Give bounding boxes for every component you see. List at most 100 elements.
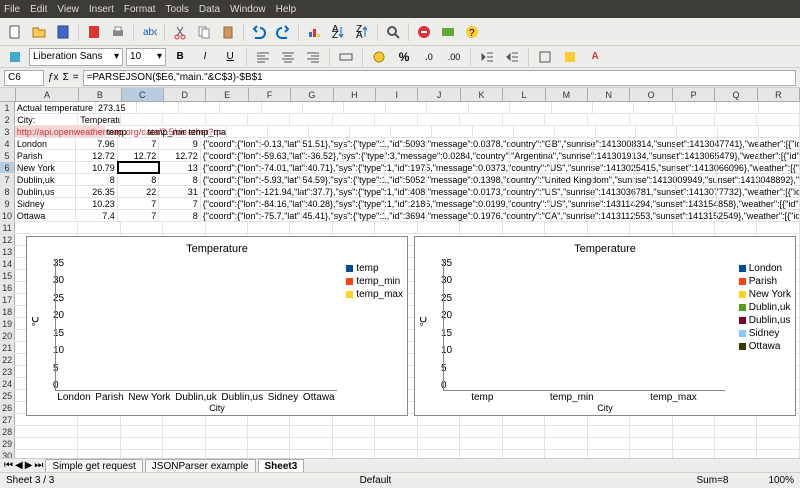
decimal-add-icon[interactable]: .0 <box>418 46 440 68</box>
align-left-icon[interactable] <box>252 46 274 68</box>
row-header[interactable]: 1 <box>0 102 15 113</box>
cell-L9[interactable] <box>510 198 551 209</box>
cell-C5[interactable]: 12.72 <box>118 150 159 161</box>
cell-B11[interactable] <box>78 222 120 233</box>
sort-desc-icon[interactable]: ZA <box>351 21 373 43</box>
cell-D11[interactable] <box>163 222 205 233</box>
cell-C29[interactable] <box>121 438 163 449</box>
cell-K7[interactable] <box>468 174 509 185</box>
cell-H5[interactable] <box>344 150 385 161</box>
cell-P29[interactable] <box>673 438 715 449</box>
cell-M11[interactable] <box>545 222 587 233</box>
cell-D4[interactable]: 9 <box>159 138 200 149</box>
cell-R8[interactable] <box>759 186 800 197</box>
row-header[interactable]: 19 <box>0 318 15 329</box>
cell-J28[interactable] <box>418 426 460 437</box>
cell-N1[interactable] <box>593 102 634 113</box>
cell-R29[interactable] <box>757 438 799 449</box>
cell-I28[interactable] <box>375 426 417 437</box>
cell-E3[interactable] <box>227 126 268 137</box>
styles-icon[interactable] <box>4 46 26 68</box>
cell-R28[interactable] <box>757 426 799 437</box>
cell-A4[interactable]: London <box>15 138 76 149</box>
cell-M8[interactable] <box>551 186 592 197</box>
align-center-icon[interactable] <box>277 46 299 68</box>
col-header-J[interactable]: J <box>418 88 460 101</box>
cell-N8[interactable] <box>593 186 634 197</box>
decimal-remove-icon[interactable]: .00 <box>443 46 465 68</box>
cell-B10[interactable]: 7.4 <box>76 210 117 221</box>
cell-A2[interactable]: City: <box>15 114 78 125</box>
cell-F28[interactable] <box>248 426 290 437</box>
cell-M2[interactable] <box>545 114 587 125</box>
cell-Q8[interactable] <box>717 186 758 197</box>
cell-M29[interactable] <box>545 438 587 449</box>
cell-D6[interactable]: 13 <box>159 162 200 173</box>
cell-J4[interactable] <box>427 138 468 149</box>
cell-I2[interactable] <box>375 114 417 125</box>
cell-N4[interactable] <box>593 138 634 149</box>
paste-icon[interactable] <box>217 21 239 43</box>
cell-G5[interactable] <box>302 150 343 161</box>
col-header-N[interactable]: N <box>588 88 630 101</box>
cell-E7[interactable]: {"coord":{"lon":-5.93,"lat":54.59},"sys"… <box>201 174 261 185</box>
row-header[interactable]: 4 <box>0 138 15 149</box>
cell-O6[interactable] <box>634 162 675 173</box>
cell-K11[interactable] <box>460 222 502 233</box>
menu-view[interactable]: View <box>57 4 79 15</box>
cell-L8[interactable] <box>510 186 551 197</box>
cell-F29[interactable] <box>248 438 290 449</box>
open-icon[interactable] <box>28 21 50 43</box>
cell-L10[interactable] <box>510 210 551 221</box>
cell-E9[interactable]: {"coord":{"lon":-84.16,"lat":40.28},"sys… <box>201 198 261 209</box>
font-name-select[interactable]: Liberation Sans▾ <box>29 48 123 66</box>
cell-P3[interactable] <box>677 126 718 137</box>
row-header[interactable]: 2 <box>0 114 15 125</box>
cell-I5[interactable] <box>385 150 426 161</box>
cell-O10[interactable] <box>634 210 675 221</box>
cell-O28[interactable] <box>630 426 672 437</box>
cell-R11[interactable] <box>757 222 799 233</box>
cell-K5[interactable] <box>468 150 509 161</box>
cell-J1[interactable] <box>427 102 468 113</box>
name-box[interactable]: C6 <box>4 70 44 86</box>
cell-R2[interactable] <box>757 114 799 125</box>
row-header[interactable]: 15 <box>0 270 15 281</box>
formula-icon[interactable]: = <box>73 72 79 83</box>
cell-E28[interactable] <box>206 426 248 437</box>
new-icon[interactable] <box>4 21 26 43</box>
cell-C1[interactable] <box>137 102 178 113</box>
cell-B3[interactable]: temp <box>105 126 146 137</box>
cell-A28[interactable] <box>15 426 78 437</box>
cell-I9[interactable] <box>385 198 426 209</box>
cell-M7[interactable] <box>551 174 592 185</box>
tab-prev-icon[interactable]: ◀ <box>15 460 23 471</box>
pdf-icon[interactable] <box>83 21 105 43</box>
cell-O8[interactable] <box>634 186 675 197</box>
row-header[interactable]: 29 <box>0 438 15 449</box>
cell-G8[interactable] <box>302 186 343 197</box>
cell-K6[interactable] <box>468 162 509 173</box>
cell-G9[interactable] <box>302 198 343 209</box>
cell-K29[interactable] <box>460 438 502 449</box>
col-header-G[interactable]: G <box>291 88 333 101</box>
save-icon[interactable] <box>52 21 74 43</box>
cell-R5[interactable] <box>759 150 800 161</box>
cell-E29[interactable] <box>206 438 248 449</box>
cell-G29[interactable] <box>290 438 332 449</box>
cell-I11[interactable] <box>375 222 417 233</box>
cell-A5[interactable]: Parish <box>15 150 76 161</box>
cell-I1[interactable] <box>386 102 427 113</box>
cell-L28[interactable] <box>503 426 545 437</box>
cell-O5[interactable] <box>634 150 675 161</box>
cell-J3[interactable] <box>432 126 473 137</box>
cell-B4[interactable]: 7.96 <box>76 138 117 149</box>
cell-N10[interactable] <box>593 210 634 221</box>
cell-I7[interactable] <box>385 174 426 185</box>
cell-Q7[interactable] <box>717 174 758 185</box>
spellcheck-icon[interactable]: abc <box>138 21 160 43</box>
sum-display[interactable]: Sum=8 <box>696 475 728 486</box>
stop-icon[interactable] <box>413 21 435 43</box>
underline-button[interactable]: U <box>219 46 241 68</box>
cell-N28[interactable] <box>588 426 630 437</box>
